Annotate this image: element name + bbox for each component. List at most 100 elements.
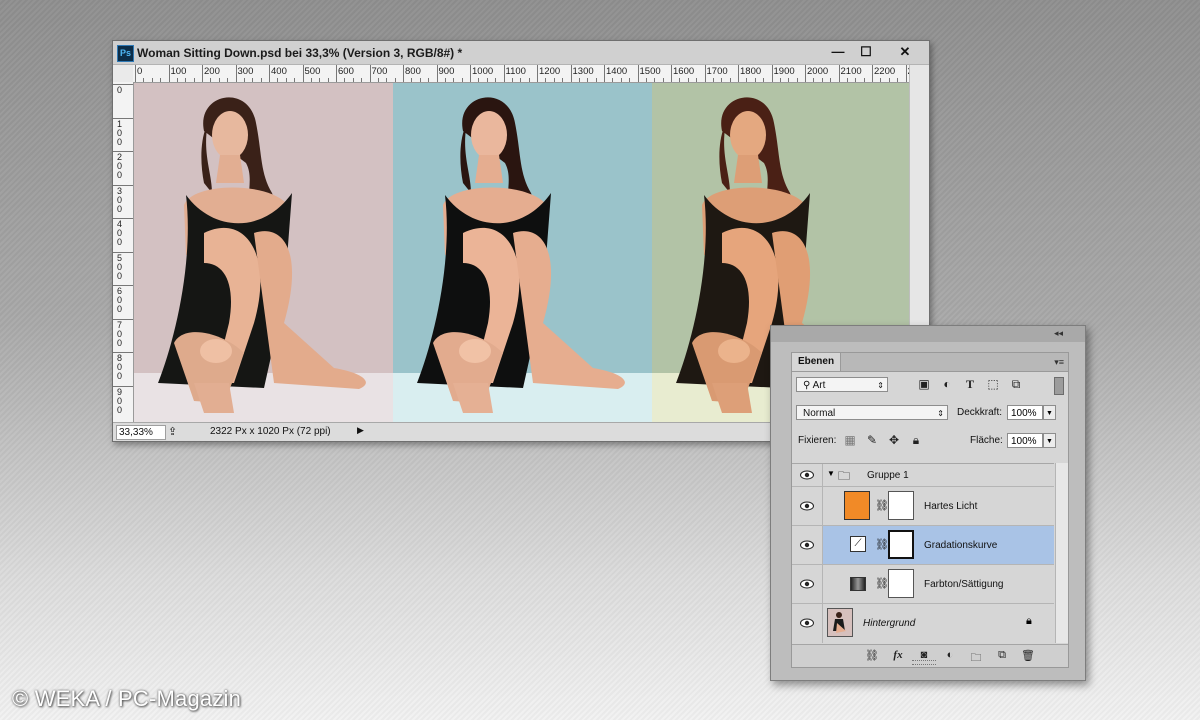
ruler-minor-tick <box>151 78 153 82</box>
title-bar[interactable]: Ps Woman Sitting Down.psd bei 33,3% (Ver… <box>113 41 929 65</box>
ruler-v-label: 6 0 0 <box>117 286 123 314</box>
ruler-origin[interactable] <box>113 65 134 83</box>
visibility-toggle[interactable] <box>792 464 823 486</box>
filter-image-icon[interactable]: ▣ <box>916 376 932 392</box>
ruler-v-label: 2 0 0 <box>117 152 123 180</box>
visibility-toggle[interactable] <box>792 487 823 525</box>
ruler-major-tick <box>537 65 538 82</box>
layer-row[interactable]: ⛓︎ Hartes Licht <box>792 487 1054 526</box>
ruler-major-tick <box>113 251 133 253</box>
new-adjustment-icon[interactable]: ◐ <box>942 649 958 661</box>
layer-name: Farbton/Sättigung <box>924 579 1004 590</box>
chain-link-icon[interactable]: ⛓︎ <box>875 499 889 512</box>
visibility-toggle[interactable] <box>792 526 823 564</box>
ruler-minor-tick <box>193 78 195 82</box>
layer-name: Gradationskurve <box>924 540 998 551</box>
fill-dropdown-icon[interactable]: ▼ <box>1043 433 1056 448</box>
export-icon[interactable]: ⇪ <box>168 425 177 438</box>
opacity-field[interactable]: 100% <box>1007 405 1043 420</box>
layer-mask-thumbnail[interactable] <box>888 569 914 598</box>
visibility-toggle[interactable] <box>792 604 823 643</box>
trash-icon[interactable]: 🗑︎ <box>1020 649 1036 662</box>
lock-transparency-icon[interactable]: ▦ <box>842 432 858 448</box>
chain-link-icon[interactable]: ⛓︎ <box>875 577 889 590</box>
woman-thumbnail-image <box>828 609 852 636</box>
select-arrows-icon: ⇕ <box>937 409 944 418</box>
panel-menu-icon[interactable]: ▾≡ <box>1054 357 1064 368</box>
ruler-minor-tick <box>863 78 865 82</box>
filter-kind-select[interactable]: ⚲ Art ⇕ <box>796 377 888 392</box>
vertical-ruler[interactable]: 0 1 0 0 2 0 0 3 0 0 4 0 0 5 0 0 6 0 0 7 0 0 8 0 … <box>113 82 134 422</box>
maximize-button[interactable]: ☐ <box>851 43 881 61</box>
ruler-minor-tick <box>880 78 882 82</box>
layer-mask-thumbnail[interactable] <box>888 491 914 520</box>
ruler-minor-tick <box>855 78 857 82</box>
ruler-major-tick <box>671 65 672 82</box>
panel-header[interactable]: ◂◂ <box>771 326 1085 342</box>
filter-shape-icon[interactable]: ⬚ <box>985 376 1001 392</box>
fill-field[interactable]: 100% <box>1007 433 1043 448</box>
ruler-minor-tick <box>779 78 781 82</box>
layer-row[interactable]: Hintergrund 🔒︎ <box>792 604 1054 643</box>
layer-row[interactable]: ⛓︎ Farbton/Sättigung <box>792 565 1054 604</box>
ruler-minor-tick <box>277 78 279 82</box>
ruler-major-tick <box>113 117 133 119</box>
link-layers-icon[interactable]: ⛓︎ <box>864 649 880 662</box>
ruler-minor-tick <box>830 78 832 82</box>
blend-mode-select[interactable]: Normal ⇕ <box>796 405 948 420</box>
ruler-h-label: 1000 <box>472 66 494 77</box>
ruler-minor-tick <box>252 78 254 82</box>
ruler-minor-tick <box>486 78 488 82</box>
filter-adjustment-icon[interactable]: ◐ <box>939 376 955 392</box>
ruler-h-label: 1200 <box>539 66 561 77</box>
new-group-folder-icon[interactable]: 🗀︎ <box>968 649 984 668</box>
layers-scrollbar[interactable] <box>1055 463 1068 643</box>
ruler-minor-tick <box>846 78 848 82</box>
ruler-minor-tick <box>528 78 530 82</box>
layer-row-selected[interactable]: ⟋ ⛓︎ Gradationskurve <box>792 526 1054 565</box>
opacity-dropdown-icon[interactable]: ▼ <box>1043 405 1056 420</box>
layers-list: ▼ 🗀︎ Gruppe 1 ⛓︎ Hartes Licht ⟋ ⛓︎ Grada… <box>792 463 1054 644</box>
ruler-major-tick <box>113 318 133 320</box>
filter-smart-object-icon[interactable]: ⧉ <box>1008 376 1024 392</box>
ruler-major-tick <box>113 218 133 219</box>
layer-mask-thumbnail[interactable] <box>888 530 914 559</box>
info-menu-arrow-icon[interactable]: ▶ <box>357 425 364 436</box>
ruler-major-tick <box>905 65 907 82</box>
photoshop-app-icon: Ps <box>117 45 134 62</box>
expand-triangle-icon[interactable]: ▼ <box>827 469 835 478</box>
ruler-minor-tick <box>218 78 220 82</box>
ruler-minor-tick <box>243 78 245 82</box>
resize-grip[interactable] <box>912 660 936 665</box>
ruler-major-tick <box>269 65 270 82</box>
ruler-major-tick <box>235 65 237 82</box>
lock-position-icon[interactable]: ✥ <box>886 432 902 448</box>
filter-toggle[interactable] <box>1054 377 1064 395</box>
ruler-minor-tick <box>176 78 178 82</box>
ruler-h-label: 800 <box>405 66 421 77</box>
ruler-minor-tick <box>444 78 446 82</box>
ruler-major-tick <box>838 65 840 82</box>
visibility-toggle[interactable] <box>792 565 823 603</box>
minimize-button[interactable]: — <box>823 43 853 61</box>
horizontal-ruler[interactable]: 0 100 200 300 400 500 600 700 800 900 1000 1100 1200… <box>133 65 909 83</box>
lock-all-icon[interactable]: 🔒︎ <box>908 432 924 448</box>
ruler-minor-tick <box>654 78 656 82</box>
ruler-minor-tick <box>160 78 162 82</box>
filter-kind-label: Art <box>812 380 826 391</box>
ruler-major-tick <box>113 352 133 353</box>
layer-group-row[interactable]: ▼ 🗀︎ Gruppe 1 <box>792 464 1054 487</box>
close-button[interactable]: ✕ <box>885 43 925 61</box>
ruler-h-label: 1900 <box>773 66 795 77</box>
ruler-minor-tick <box>746 78 748 82</box>
zoom-field[interactable]: 33,33% <box>116 425 166 440</box>
new-layer-icon[interactable]: ⧉ <box>994 649 1010 662</box>
ruler-minor-tick <box>696 78 698 82</box>
tab-ebenen[interactable]: Ebenen <box>792 353 841 371</box>
chain-link-icon[interactable]: ⛓︎ <box>875 538 889 551</box>
collapse-icon[interactable]: ◂◂ <box>1054 328 1063 339</box>
filter-type-icon[interactable]: T <box>962 376 978 392</box>
lock-brush-icon[interactable]: ✎ <box>864 432 880 448</box>
ruler-major-tick <box>738 65 739 82</box>
fx-icon[interactable]: fx <box>890 649 906 661</box>
